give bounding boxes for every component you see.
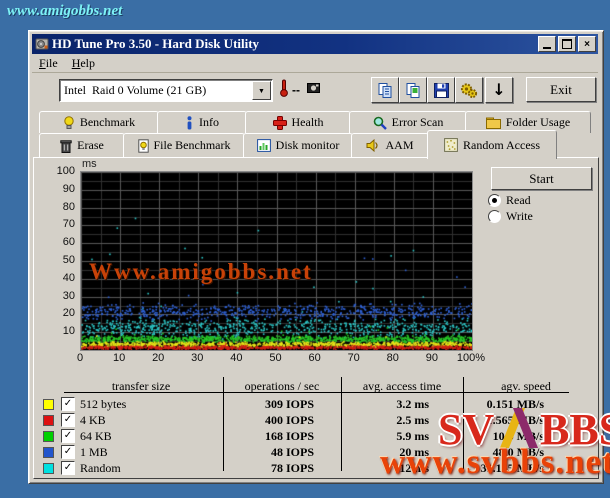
gear-icon xyxy=(460,82,478,99)
check-icon: ✓ xyxy=(64,447,72,457)
check-icon: ✓ xyxy=(64,431,72,441)
close-button[interactable]: × xyxy=(578,36,596,52)
start-button[interactable]: Start xyxy=(491,167,592,190)
y-tick-label: 100 xyxy=(47,165,75,177)
series-checkbox[interactable]: ✓ xyxy=(61,461,75,475)
health-cross-icon xyxy=(273,116,287,130)
read-radio[interactable]: Read xyxy=(488,193,531,208)
y-axis-unit-label: ms xyxy=(82,158,97,170)
x-tick-label: 0 xyxy=(60,352,100,364)
exit-button[interactable]: Exit xyxy=(526,77,596,102)
series-checkbox[interactable]: ✓ xyxy=(61,429,75,443)
y-tick-label: 40 xyxy=(47,272,75,284)
maximize-icon xyxy=(562,39,572,49)
y-tick-label: 60 xyxy=(47,236,75,248)
series-swatch xyxy=(43,415,54,426)
minimize-icon xyxy=(543,47,551,49)
x-tick-label: 20 xyxy=(138,352,178,364)
x-tick-label: 90 xyxy=(412,352,452,364)
menu-file[interactable]: File xyxy=(32,55,65,72)
desktop: www.amigobbs.net HD Tune Pro 3.50 - Hard… xyxy=(0,0,610,498)
table-header-rule xyxy=(64,392,569,393)
copy-image-button[interactable] xyxy=(399,77,427,103)
tab-benchmark[interactable]: Benchmark xyxy=(39,111,159,133)
series-checkbox[interactable]: ✓ xyxy=(61,413,75,427)
menu-help[interactable]: Help xyxy=(65,55,102,72)
tab-random-access[interactable]: Random Access xyxy=(427,130,557,159)
x-tick-label: 60 xyxy=(295,352,335,364)
trash-icon xyxy=(60,139,72,153)
window-title: HD Tune Pro 3.50 - Hard Disk Utility xyxy=(52,36,259,52)
watermark-amigobbs-top: www.amigobbs.net xyxy=(7,3,122,20)
y-tick-label: 10 xyxy=(47,325,75,337)
drive-select[interactable]: Intel Raid 0 Volume (21 GB) ▼ xyxy=(59,79,273,102)
copy-text-button[interactable] xyxy=(371,77,399,103)
watermark-amigobbs-chart: Www.amigobbs.net xyxy=(89,259,313,285)
x-tick-label: 80 xyxy=(373,352,413,364)
info-icon xyxy=(185,116,194,130)
disk-capture-icon[interactable] xyxy=(307,81,320,94)
x-tick-label: 100% xyxy=(451,352,491,364)
file-lamp-icon xyxy=(138,139,149,153)
y-tick-label: 30 xyxy=(47,290,75,302)
write-radio[interactable]: Write xyxy=(488,209,533,224)
copy-icon xyxy=(377,82,394,99)
drive-select-value: Intel Raid 0 Volume (21 GB) xyxy=(60,83,252,98)
random-dots-icon xyxy=(444,138,458,152)
download-results-button[interactable]: ↓ xyxy=(485,77,513,103)
series-swatch xyxy=(43,399,54,410)
tab-erase[interactable]: Erase xyxy=(39,133,125,157)
maximize-button[interactable] xyxy=(558,36,576,52)
watermark-svbbs-url: www.svbbs.net xyxy=(380,442,610,482)
folder-icon xyxy=(486,116,501,129)
series-swatch xyxy=(43,431,54,442)
chevron-down-icon[interactable]: ▼ xyxy=(252,81,271,100)
y-tick-label: 90 xyxy=(47,183,75,195)
y-tick-label: 70 xyxy=(47,218,75,230)
speaker-icon xyxy=(366,139,380,152)
x-tick-label: 10 xyxy=(99,352,139,364)
tab-file-benchmark[interactable]: File Benchmark xyxy=(123,133,245,157)
down-arrow-icon: ↓ xyxy=(492,82,505,98)
options-button[interactable] xyxy=(455,77,483,103)
series-swatch xyxy=(43,447,54,458)
y-tick-label: 50 xyxy=(47,254,75,266)
series-swatch xyxy=(43,463,54,474)
radio-unselected-icon xyxy=(488,210,501,223)
series-checkbox[interactable]: ✓ xyxy=(61,397,75,411)
radio-selected-icon xyxy=(488,194,501,207)
tab-info[interactable]: Info xyxy=(157,111,247,133)
tab-health[interactable]: Health xyxy=(245,111,351,133)
minimize-button[interactable] xyxy=(538,36,556,52)
temperature-value: -- xyxy=(292,83,300,97)
y-tick-label: 20 xyxy=(47,307,75,319)
close-icon: × xyxy=(584,39,590,50)
check-icon: ✓ xyxy=(64,399,72,409)
menubar: File Help xyxy=(32,54,598,73)
temperature-icon xyxy=(279,79,289,97)
app-icon xyxy=(35,37,49,51)
x-tick-label: 40 xyxy=(216,352,256,364)
save-button[interactable] xyxy=(427,77,455,103)
y-tick-label: 80 xyxy=(47,201,75,213)
check-icon: ✓ xyxy=(64,415,72,425)
table-row: ✓ 512 bytes 309 IOPS 3.2 ms 0.151 MB/s xyxy=(39,397,589,411)
tab-disk-monitor[interactable]: Disk monitor xyxy=(243,133,353,157)
save-icon xyxy=(433,82,450,99)
x-tick-label: 50 xyxy=(256,352,296,364)
x-tick-label: 70 xyxy=(334,352,374,364)
magnifier-icon xyxy=(373,116,387,130)
series-checkbox[interactable]: ✓ xyxy=(61,445,75,459)
bar-chart-icon xyxy=(257,139,271,152)
titlebar[interactable]: HD Tune Pro 3.50 - Hard Disk Utility × xyxy=(32,34,598,54)
check-icon: ✓ xyxy=(64,463,72,473)
copy-image-icon xyxy=(405,82,422,99)
table-row: ✓ 4 KB 400 IOPS 2.5 ms 1.565 MB/s xyxy=(39,413,589,427)
tab-aam[interactable]: AAM xyxy=(351,133,429,157)
x-tick-label: 30 xyxy=(177,352,217,364)
lamp-icon xyxy=(63,116,75,130)
